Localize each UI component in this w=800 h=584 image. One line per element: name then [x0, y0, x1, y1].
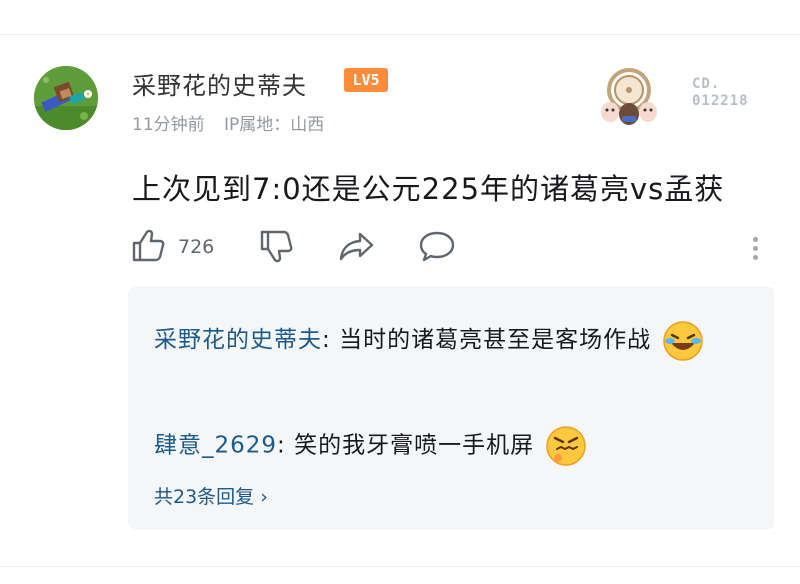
reply-item: 采野花的史蒂夫: 当时的诸葛亮甚至是客场作战: [154, 314, 754, 366]
level-badge: LV5: [344, 68, 388, 92]
chevron-right-icon: ›: [260, 486, 268, 508]
grimacing-emoji: [546, 426, 587, 466]
comment-content: 上次见到7:0还是公元225年的诸葛亮vs孟获: [132, 172, 725, 206]
bottom-divider: [0, 566, 800, 567]
time-ago: 11分钟前: [132, 115, 205, 135]
decoration-code-line1: CD.: [692, 76, 721, 92]
more-options-button[interactable]: [746, 234, 764, 264]
reply-colon: :: [277, 432, 286, 459]
replies-preview[interactable]: 采野花的史蒂夫: 当时的诸葛亮甚至是客场作战 肆意_2629: 笑的我牙膏喷一手…: [128, 286, 774, 530]
fan-decoration-icon: [601, 68, 657, 125]
avatar-image: [34, 66, 98, 130]
fan-decoration: [596, 66, 662, 132]
ip-location: IP属地：山西: [224, 115, 325, 135]
view-all-replies-link[interactable]: 共23条回复 ›: [154, 482, 268, 509]
decoration-code-line2: 012218: [692, 93, 749, 109]
username[interactable]: 采野花的史蒂夫: [132, 66, 307, 101]
reply-text: 笑的我牙膏喷一手机屏: [294, 432, 535, 459]
reply-author[interactable]: 采野花的史蒂夫: [154, 327, 322, 353]
reply-colon: :: [322, 327, 331, 353]
comment-icon: [419, 231, 455, 262]
reply-count-text: 共23条回复: [154, 486, 255, 508]
comment-meta: 11分钟前 IP属地：山西: [132, 110, 324, 135]
reply-author[interactable]: 肆意_2629: [154, 433, 277, 459]
reply-button[interactable]: [418, 228, 456, 268]
top-divider: [0, 34, 800, 35]
dislike-button[interactable]: [258, 228, 294, 268]
share-button[interactable]: [338, 228, 376, 268]
decoration-code: CD. 012218: [692, 76, 749, 110]
like-button[interactable]: 726: [130, 228, 214, 268]
more-vertical-icon: [746, 237, 764, 260]
reply-item: 肆意_2629: 笑的我牙膏喷一手机屏: [154, 424, 754, 468]
thumbs-down-icon: [260, 230, 293, 263]
like-count: 726: [178, 236, 215, 258]
laughing-tears-emoji: [663, 320, 704, 361]
thumbs-up-icon: [132, 229, 165, 262]
share-icon: [339, 232, 374, 261]
avatar[interactable]: [34, 66, 98, 130]
reply-text: 当时的诸葛亮甚至是客场作战: [339, 327, 652, 353]
